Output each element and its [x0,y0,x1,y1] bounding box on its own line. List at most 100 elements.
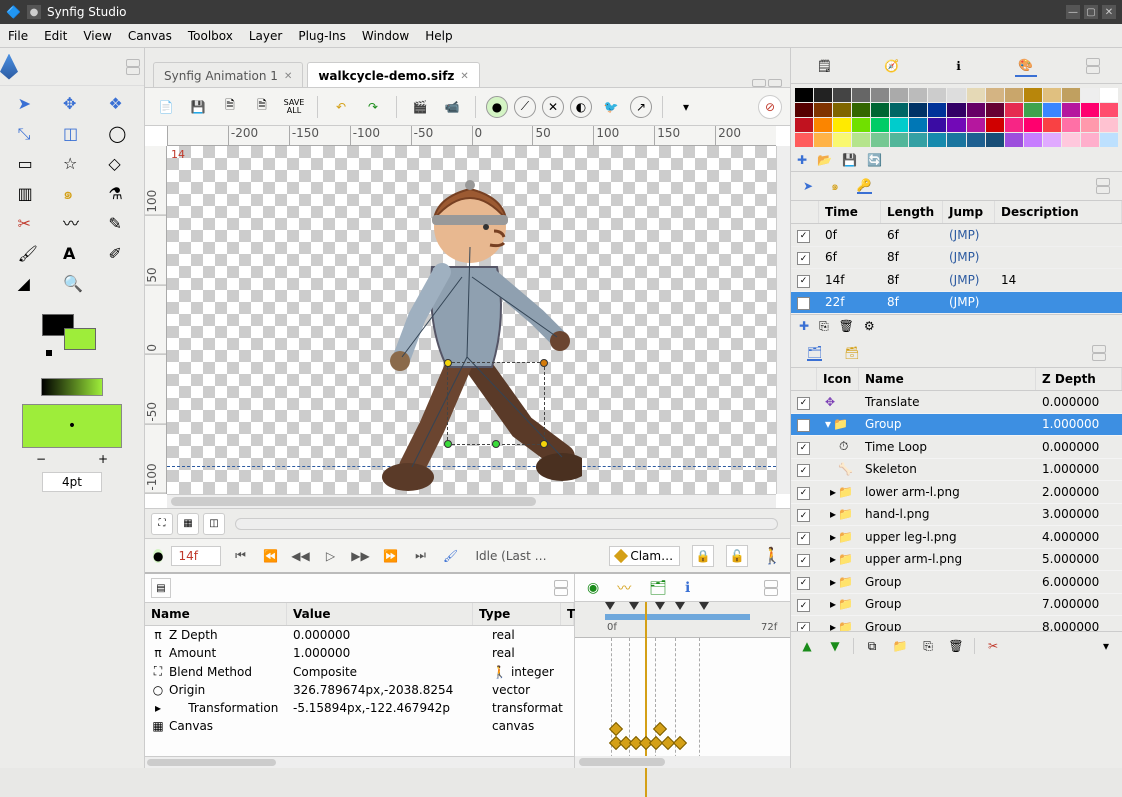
layer-row[interactable]: ✥Translate0.000000 [791,391,1122,414]
gradient-swatch[interactable] [10,378,134,396]
palette-swatch[interactable] [1005,88,1023,102]
palette-swatch[interactable] [909,118,927,132]
palette-swatch[interactable] [852,88,870,102]
menu-view[interactable]: View [83,29,111,43]
layer-row[interactable]: ▸ 📁Group6.000000 [791,571,1122,594]
palette-swatch[interactable] [1043,103,1061,117]
layers-col-name[interactable]: Name [859,368,1036,390]
palette-swatch[interactable] [1024,118,1042,132]
palette-swatch[interactable] [909,88,927,102]
palette-swatch[interactable] [1081,118,1099,132]
keyframe-row[interactable]: 22f8f(JMP) [791,292,1122,315]
palette-swatch[interactable] [928,133,946,147]
palette-swatch[interactable] [1100,133,1118,147]
palette-swatch[interactable] [1100,118,1118,132]
kf-tab-pointer-icon[interactable]: ➤ [803,179,813,193]
palette-swatch[interactable] [1024,133,1042,147]
ruler-horizontal[interactable]: -200-150-100-50050100150200 [167,126,776,146]
tab-walkcycle[interactable]: walkcycle-demo.sifz✕ [307,62,479,87]
tool-smooth-move[interactable]: ❖ [95,90,140,120]
window-pin[interactable]: ● [27,5,41,19]
palette-swatch[interactable] [833,103,851,117]
menu-edit[interactable]: Edit [44,29,67,43]
layer-row[interactable]: 🦴Skeleton1.000000 [791,459,1122,482]
tab-notes-icon[interactable]: 🗒 [814,55,836,77]
layer-cut-button[interactable]: ✂ [983,636,1003,656]
skeleton-mode-icon[interactable]: 🚶 [762,546,782,565]
palette-swatch[interactable] [947,118,965,132]
layers-col-icon[interactable]: Icon [817,368,859,390]
param-row[interactable]: ▦Canvascanvas [145,717,574,735]
palette-swatch[interactable] [890,103,908,117]
palette-refresh-button[interactable]: 🔄 [867,153,882,167]
scrollbar-v[interactable] [776,146,790,494]
timetrack-tab-curve[interactable]: 〰 [617,578,631,598]
tool-zoom[interactable]: 🔍 [49,270,94,300]
tool-star[interactable]: ☆ [49,150,94,180]
undo-button[interactable]: ↶ [328,94,354,120]
bg-color[interactable] [64,328,96,350]
palette-swatch[interactable] [909,133,927,147]
tool-width[interactable]: ◢ [4,270,49,300]
layer-dup-button[interactable]: ⎘ [918,636,938,656]
next-frame-button[interactable]: ▶▶ [349,545,371,567]
current-frame-field[interactable]: 14f [171,546,221,566]
lock-past-button[interactable]: 🔓 [726,545,748,567]
palette-swatch[interactable] [1043,88,1061,102]
menu-window[interactable]: Window [362,29,409,43]
palette-swatch[interactable] [1005,118,1023,132]
palette-swatch[interactable] [871,118,889,132]
palette-swatch[interactable] [1062,103,1080,117]
handle-width[interactable]: ◐ [570,96,592,118]
param-row[interactable]: πAmount1.000000real [145,644,574,662]
tool-spline[interactable]: 〰 [49,210,94,240]
palette-swatch[interactable] [871,103,889,117]
palette-swatch[interactable] [833,118,851,132]
palette-open-button[interactable]: 📂 [817,153,832,167]
palette-swatch[interactable] [852,133,870,147]
handle-raven[interactable]: 🐦 [598,94,624,120]
dropdown-button[interactable]: ▾ [673,94,699,120]
canvas[interactable]: 14 [167,146,776,494]
palette-swatch[interactable] [947,133,965,147]
time-ruler[interactable]: 0f 72f [575,602,790,638]
tool-brush[interactable]: 🖌 [4,240,49,270]
timetrack-tab-anim[interactable]: ◉ [587,580,599,596]
menu-canvas[interactable]: Canvas [128,29,172,43]
palette-swatch[interactable] [967,133,985,147]
params-scroll[interactable] [145,756,574,768]
seek-start-button[interactable]: ⏮ [229,545,251,567]
param-row[interactable]: ▸ Transformation-5.15894px,-122.467942pt… [145,699,574,717]
palette-swatch[interactable] [986,118,1004,132]
palette-swatch[interactable] [1100,88,1118,102]
palette-swatch[interactable] [1100,103,1118,117]
palette-swatch[interactable] [1024,88,1042,102]
keyframe-row[interactable]: 0f6f(JMP) [791,224,1122,247]
palette-swatch[interactable] [814,103,832,117]
params-col-type[interactable]: Type [473,603,561,625]
onion-skin-button[interactable]: 🖌 [439,545,461,567]
palette-swatch[interactable] [928,88,946,102]
palette-swatch[interactable] [1081,103,1099,117]
seek-end-button[interactable]: ⏭ [409,545,431,567]
handle-tan[interactable]: ⟋ [514,96,536,118]
layers-tab-stack-icon[interactable]: 🗂 [807,345,822,361]
kf-del-button[interactable]: 🗑 [839,319,854,334]
palette-swatch[interactable] [1062,133,1080,147]
prev-keyframe-button[interactable]: ⏪ [259,545,281,567]
palette-swatch[interactable] [967,88,985,102]
lock-button[interactable]: 🔒 [692,545,714,567]
palette-swatch[interactable] [871,133,889,147]
timetrack-scroll[interactable] [575,756,790,768]
tool-scale[interactable]: ⤡ [4,120,49,150]
palette-swatch[interactable] [1062,88,1080,102]
param-row[interactable]: ○Origin326.789674px,-2038.8254vector [145,681,574,699]
layer-menu-button[interactable]: ▾ [1096,636,1116,656]
palette-swatch[interactable] [986,103,1004,117]
palette-swatch[interactable] [814,118,832,132]
menu-layer[interactable]: Layer [249,29,282,43]
tool-gradient[interactable]: ▥ [4,180,49,210]
palette-swatch[interactable] [871,88,889,102]
kf-add-button[interactable]: ✚ [799,319,809,334]
palette-swatch[interactable] [890,118,908,132]
